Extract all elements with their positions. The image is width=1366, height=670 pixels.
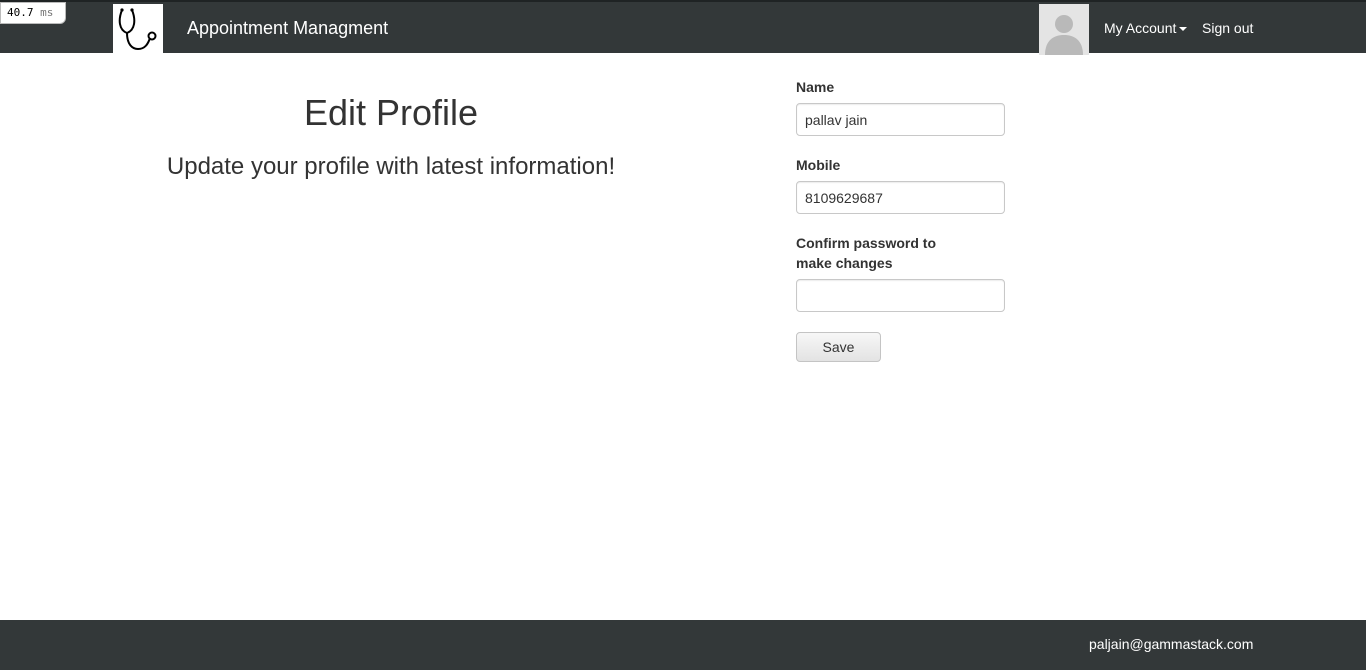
mobile-label: Mobile — [796, 157, 841, 173]
footer-email: paljain@gammastack.com — [1089, 636, 1254, 652]
page-subtitle: Update your profile with latest informat… — [166, 153, 616, 180]
page-title: Edit Profile — [303, 92, 479, 133]
render-time-unit: ms — [40, 6, 54, 19]
name-input[interactable] — [796, 103, 1005, 136]
user-avatar-icon[interactable] — [1039, 4, 1089, 55]
caret-down-icon — [1179, 27, 1188, 32]
top-navbar: Appointment Managment My Account Sign ou… — [0, 0, 1366, 55]
confirm-password-label-line2: make changes — [796, 255, 893, 271]
footer: paljain@gammastack.com — [0, 620, 1366, 670]
my-account-dropdown[interactable]: My Account — [1104, 20, 1188, 36]
confirm-password-label-line1: Confirm password to — [796, 235, 937, 251]
brand-link[interactable]: Appointment Managment — [187, 18, 388, 39]
confirm-password-input[interactable] — [796, 279, 1005, 312]
my-account-label: My Account — [1104, 20, 1177, 36]
sign-out-link[interactable]: Sign out — [1202, 20, 1253, 36]
render-time-value: 40.7 — [7, 6, 34, 19]
mobile-input[interactable] — [796, 181, 1005, 214]
name-label: Name — [796, 79, 835, 95]
stethoscope-icon[interactable] — [113, 4, 163, 55]
save-button[interactable]: Save — [796, 332, 881, 362]
confirm-password-label: Confirm password to make changes — [796, 233, 936, 273]
render-time-badge: 40.7 ms — [0, 2, 66, 24]
